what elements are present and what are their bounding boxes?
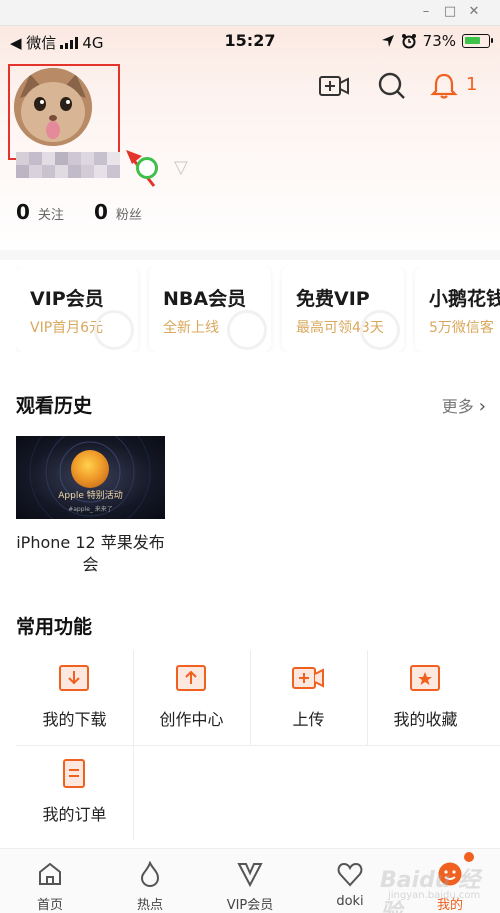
fans-count[interactable]: 0 <box>94 200 108 224</box>
status-bar: ◀ 微信 4G 15:27 73% <box>0 26 500 56</box>
function-my-favorites[interactable]: 我的收藏 <box>367 650 484 745</box>
cat-avatar-image <box>14 68 92 146</box>
vip-watermark-icon <box>360 310 400 350</box>
more-label: 更多 <box>441 397 474 416</box>
vip-card-title: NBA会员 <box>163 288 247 310</box>
tab-label: VIP会员 <box>226 898 274 913</box>
function-upload[interactable]: 上传 <box>250 650 367 745</box>
mosaic-cell <box>81 152 94 165</box>
video-add-icon <box>292 667 324 689</box>
following-count[interactable]: 0 <box>16 200 30 224</box>
thumbnail-subtitle: #apple_ 来来了 <box>68 506 113 513</box>
thumbnail-title: Apple 特别活动 <box>58 491 123 501</box>
order-icon <box>63 759 85 788</box>
mosaic-cell <box>107 165 120 178</box>
mosaic-cell <box>107 152 120 165</box>
section-divider <box>0 250 500 260</box>
function-creator-center[interactable]: 创作中心 <box>133 650 250 745</box>
function-my-downloads[interactable]: 我的下载 <box>16 650 133 745</box>
vip-watermark-icon <box>94 310 134 350</box>
vip-card-title: VIP会员 <box>30 288 104 310</box>
mosaic-cell <box>29 152 42 165</box>
baidu-watermark-logo: Baidu 经验 <box>380 868 481 913</box>
tab-hot[interactable]: 热点 <box>100 849 200 913</box>
history-item-caption[interactable]: iPhone 12 苹果发布会 <box>16 532 165 576</box>
tab-label: 首页 <box>36 898 63 913</box>
search-icon[interactable] <box>376 70 408 102</box>
notification-dot <box>464 852 474 862</box>
mosaic-cell <box>42 152 55 165</box>
vip-card-row: VIP会员 VIP首月6元 NBA会员 全新上线 免费VIP 最高可领43天 小… <box>16 266 500 352</box>
mosaic-cell <box>29 165 42 178</box>
close-icon[interactable]: ✕ <box>466 4 482 20</box>
alarm-icon <box>401 34 416 49</box>
star-box-icon <box>410 665 440 691</box>
vip-card-penguin[interactable]: 小鹅花钱 5万微信客 <box>415 266 500 352</box>
upload-box-icon <box>176 665 206 691</box>
doki-heart-icon <box>337 862 363 887</box>
blurred-username <box>16 152 120 178</box>
notification-count[interactable]: 1 <box>466 74 477 95</box>
mosaic-cell <box>81 165 94 178</box>
create-video-icon[interactable] <box>318 70 350 102</box>
functions-title: 常用功能 <box>16 616 93 638</box>
mosaic-cell <box>94 165 107 178</box>
function-label: 创作中心 <box>159 710 224 729</box>
wechat-badge-icon <box>136 157 158 179</box>
vip-card-nba[interactable]: NBA会员 全新上线 <box>149 266 271 352</box>
vip-card-subtitle: 5万微信客 <box>429 320 494 336</box>
chevron-right-icon: › <box>478 396 486 417</box>
vip-card-free[interactable]: 免费VIP 最高可领43天 <box>282 266 404 352</box>
mosaic-cell <box>42 165 55 178</box>
vip-card-vip[interactable]: VIP会员 VIP首月6元 <box>16 266 138 352</box>
function-label: 上传 <box>292 710 325 729</box>
window-titlebar: – □ ✕ <box>0 0 500 26</box>
history-thumbnail[interactable]: Apple 特别活动 #apple_ 来来了 <box>16 436 165 519</box>
vip-level-icon[interactable]: ▽ <box>174 157 188 178</box>
vip-card-title: 免费VIP <box>296 288 370 310</box>
function-label: 我的下载 <box>42 710 107 729</box>
follow-stats: 0 关注 0 粉丝 <box>16 200 142 224</box>
function-label: 我的订单 <box>42 805 107 824</box>
location-icon <box>381 35 394 47</box>
apple-logo-icon <box>71 450 109 488</box>
history-title: 观看历史 <box>16 395 93 417</box>
vip-card-title: 小鹅花钱 <box>429 288 500 310</box>
fans-label[interactable]: 粉丝 <box>116 204 142 223</box>
mosaic-cell <box>68 152 81 165</box>
tab-label: 热点 <box>136 898 163 913</box>
tab-vip[interactable]: VIP会员 <box>200 849 300 913</box>
minimize-icon[interactable]: – <box>418 4 434 20</box>
vip-icon <box>237 863 263 887</box>
download-icon <box>59 665 89 691</box>
mosaic-cell <box>94 152 107 165</box>
function-label: 我的收藏 <box>393 710 458 729</box>
flame-icon <box>140 861 160 887</box>
mosaic-cell <box>16 152 29 165</box>
battery-icon <box>462 34 493 48</box>
basketball-watermark-icon <box>227 310 267 350</box>
maximize-icon[interactable]: □ <box>442 4 458 20</box>
baidu-watermark-url: jingyan.baidu.com <box>388 890 481 901</box>
mosaic-cell <box>16 165 29 178</box>
following-label[interactable]: 关注 <box>38 204 64 223</box>
bell-icon[interactable] <box>428 70 460 102</box>
function-my-orders[interactable]: 我的订单 <box>16 745 133 840</box>
history-more-link[interactable]: 更多 › <box>442 393 486 417</box>
mosaic-cell <box>55 165 68 178</box>
tab-home[interactable]: 首页 <box>0 849 100 913</box>
mosaic-cell <box>68 165 81 178</box>
battery-percent: 73% <box>422 32 456 50</box>
mosaic-cell <box>55 152 68 165</box>
avatar[interactable] <box>14 68 92 146</box>
home-icon <box>39 862 61 885</box>
